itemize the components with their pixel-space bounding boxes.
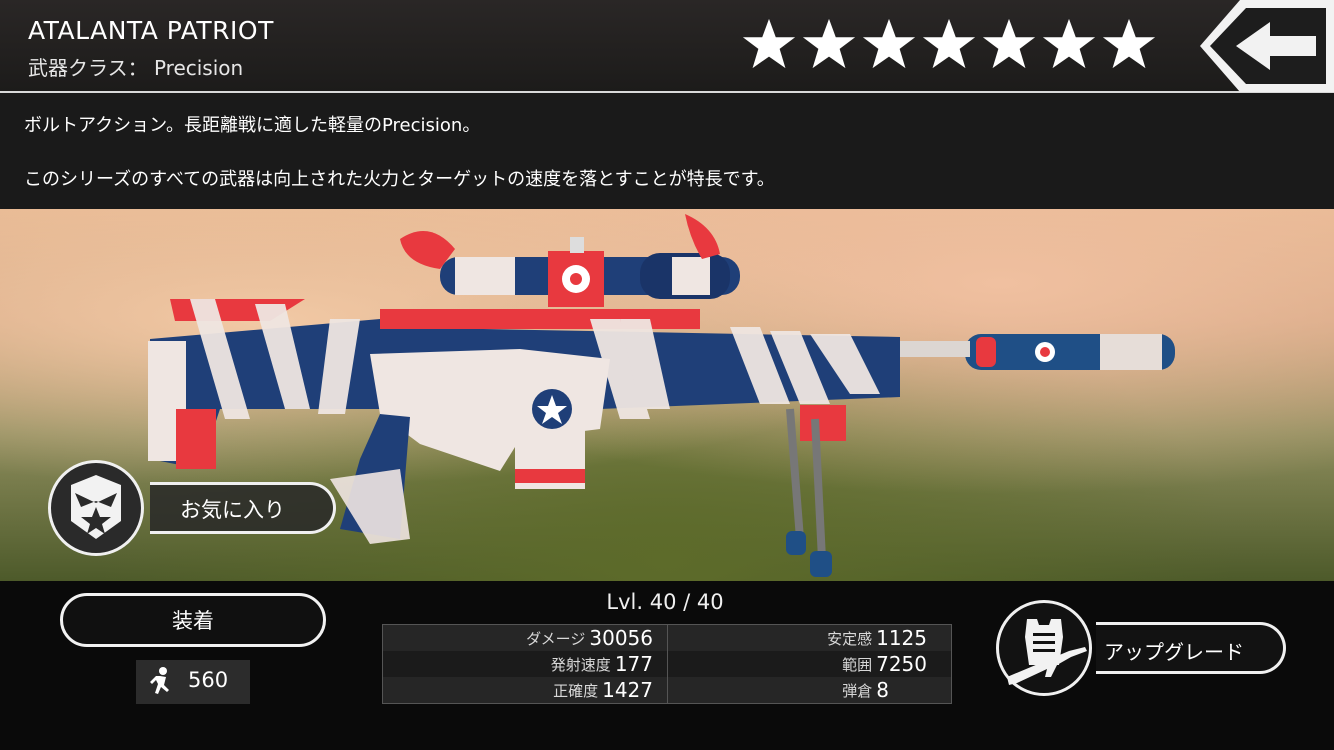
star-icon	[982, 18, 1036, 69]
stat-left: ダメージ 30056	[526, 625, 653, 651]
stat-value: 1125	[876, 626, 927, 650]
stat-right: 弾倉 8	[842, 677, 889, 703]
star-icon	[1042, 18, 1096, 69]
stat-value: 30056	[589, 626, 653, 650]
stat-label: 範囲	[842, 655, 873, 674]
weapon-class: 武器クラス： Precision	[28, 56, 244, 80]
star-icon	[922, 18, 976, 69]
stat-value: 177	[614, 652, 653, 676]
upgrade-badge[interactable]	[996, 600, 1092, 696]
stat-right: 範囲 7250	[842, 651, 927, 677]
equip-label: 装着	[172, 609, 214, 633]
back-button[interactable]	[1200, 0, 1334, 92]
armor-and-rifle-icon	[1007, 619, 1087, 685]
stat-value: 7250	[876, 652, 927, 676]
stat-label: 弾倉	[842, 681, 873, 700]
stat-divider	[667, 625, 668, 703]
description-panel: ボルトアクション。長距離戦に適した軽量のPrecision。 このシリーズのすべ…	[0, 93, 1334, 209]
favorite-badge[interactable]	[48, 460, 144, 556]
star-icon	[1102, 18, 1156, 69]
stat-left: 発射速度 177	[551, 651, 653, 677]
stat-label: 正確度	[553, 681, 599, 700]
running-man-icon	[150, 667, 169, 694]
star-icon	[862, 18, 916, 69]
equip-button[interactable]: 装着	[60, 593, 326, 647]
description-line-1: ボルトアクション。長距離戦に適した軽量のPrecision。	[24, 115, 481, 136]
weapon-name: ATALANTA PATRIOT	[28, 16, 274, 45]
star-icon	[742, 18, 796, 69]
favorite-label: お気に入り	[180, 498, 285, 522]
upgrade-label: アップグレード	[1104, 640, 1244, 664]
stat-label: 発射速度	[550, 655, 611, 674]
stat-value: 1427	[602, 678, 653, 702]
stats-table: ダメージ 30056 安定感 1125 発射速度 177 範囲 7250 正確度…	[382, 624, 952, 704]
level-indicator: Lvl. 40 / 40	[606, 590, 724, 614]
stat-value: 8	[876, 678, 889, 702]
stat-label: ダメージ	[526, 629, 586, 648]
description-line-2: このシリーズのすべての武器は向上された火力とターゲットの速度を落とすことが特長で…	[24, 169, 775, 190]
stat-right: 安定感 1125	[827, 625, 927, 651]
stat-label: 安定感	[827, 629, 873, 648]
stat-left: 正確度 1427	[553, 677, 653, 703]
eagle-star-badge-icon	[71, 475, 121, 539]
cost-value: 560	[188, 668, 229, 692]
star-icon	[802, 18, 856, 69]
star-rating	[740, 12, 1158, 76]
